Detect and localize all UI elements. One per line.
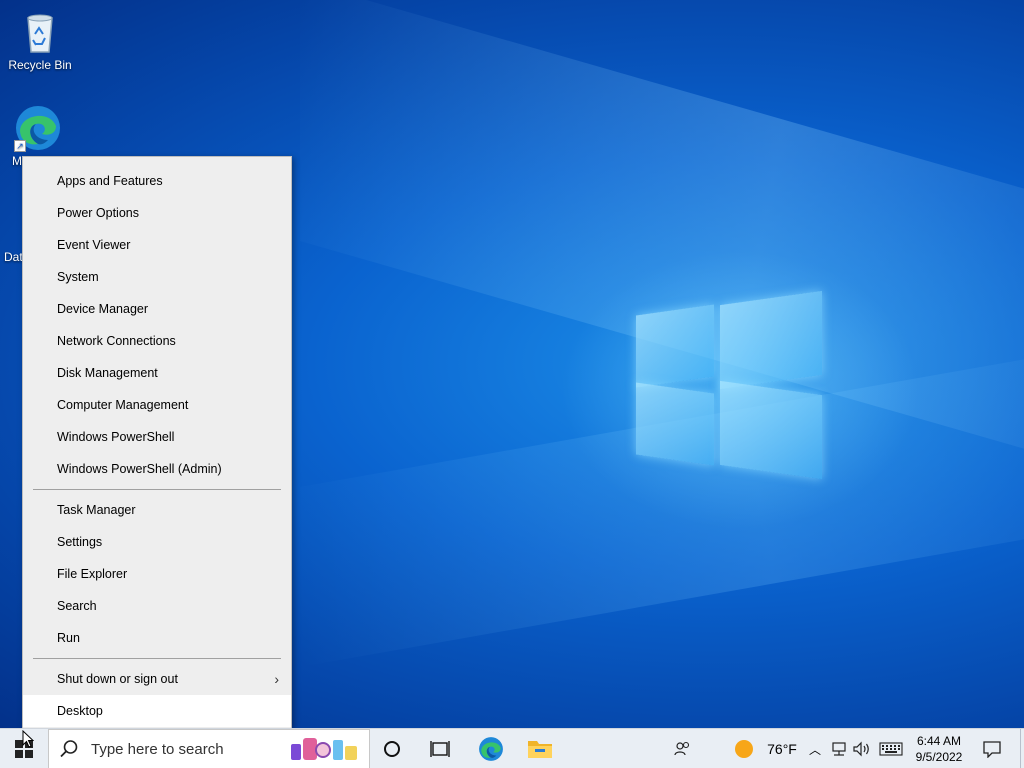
task-view-button[interactable] <box>420 729 460 768</box>
windows-logo-wallpaper <box>636 288 824 480</box>
menu-item-settings[interactable]: Settings <box>23 526 291 558</box>
shortcut-arrow-icon: ↗ <box>14 140 26 152</box>
menu-group-tools: Task Manager Settings File Explorer Sear… <box>23 494 291 654</box>
task-view-icon <box>430 741 450 757</box>
action-center-button[interactable] <box>974 729 1010 768</box>
show-desktop-button[interactable] <box>1020 729 1024 768</box>
weather-sun-icon <box>735 740 754 758</box>
menu-item-event-viewer[interactable]: Event Viewer <box>23 229 291 261</box>
clock[interactable]: 6:44 AM 9/5/2022 <box>910 729 968 768</box>
search-placeholder: Type here to search <box>91 740 224 758</box>
menu-group-power: Shut down or sign out › Desktop <box>23 663 291 727</box>
menu-separator <box>33 489 281 490</box>
mouse-cursor-icon <box>22 730 34 748</box>
menu-item-shut-down-or-sign-out[interactable]: Shut down or sign out › <box>23 663 291 695</box>
taskbar: Type here to search 76°F ︿ 6:44 AM 9/5/2… <box>0 728 1024 768</box>
people-button[interactable] <box>670 729 696 768</box>
chevron-right-icon: › <box>274 671 279 687</box>
search-icon <box>60 740 78 758</box>
network-icon <box>832 742 846 756</box>
taskbar-file-explorer-button[interactable] <box>518 729 562 768</box>
people-icon <box>674 741 690 756</box>
desktop-icon-recycle-bin[interactable]: Recycle Bin <box>4 8 76 72</box>
recycle-bin-icon <box>16 8 64 56</box>
menu-item-network-connections[interactable]: Network Connections <box>23 325 291 357</box>
menu-item-apps-and-features[interactable]: Apps and Features <box>23 165 291 197</box>
menu-item-task-manager[interactable]: Task Manager <box>23 494 291 526</box>
menu-item-system[interactable]: System <box>23 261 291 293</box>
edge-icon <box>479 737 503 761</box>
volume-icon <box>853 741 869 757</box>
menu-item-disk-management[interactable]: Disk Management <box>23 357 291 389</box>
cortana-icon <box>384 741 400 757</box>
menu-item-computer-management[interactable]: Computer Management <box>23 389 291 421</box>
network-button[interactable] <box>828 729 850 768</box>
notification-icon <box>983 741 1001 758</box>
menu-item-windows-powershell[interactable]: Windows PowerShell <box>23 421 291 453</box>
weather-widget[interactable]: 76°F <box>726 729 806 768</box>
menu-item-windows-powershell-admin[interactable]: Windows PowerShell (Admin) <box>23 453 291 485</box>
touch-keyboard-button[interactable] <box>876 729 906 768</box>
clock-time: 6:44 AM <box>916 734 962 748</box>
menu-item-label: Shut down or sign out <box>57 672 178 686</box>
clock-date: 9/5/2022 <box>915 750 963 764</box>
cortana-button[interactable] <box>372 729 412 768</box>
menu-separator <box>33 658 281 659</box>
volume-button[interactable] <box>850 729 874 768</box>
winx-context-menu: Apps and Features Power Options Event Vi… <box>22 156 292 729</box>
keyboard-icon <box>879 742 903 756</box>
file-explorer-icon <box>528 741 552 758</box>
menu-item-run[interactable]: Run <box>23 622 291 654</box>
menu-item-file-explorer[interactable]: File Explorer <box>23 558 291 590</box>
menu-item-power-options[interactable]: Power Options <box>23 197 291 229</box>
taskbar-edge-button[interactable] <box>470 729 512 768</box>
taskbar-search-box[interactable]: Type here to search <box>48 729 370 768</box>
edge-icon: ↗ <box>14 104 62 152</box>
menu-item-search[interactable]: Search <box>23 590 291 622</box>
chevron-up-icon: ︿ <box>808 742 821 757</box>
menu-item-desktop[interactable]: Desktop <box>23 695 291 727</box>
menu-item-device-manager[interactable]: Device Manager <box>23 293 291 325</box>
desktop-icon-label: Recycle Bin <box>8 58 72 72</box>
show-hidden-icons-button[interactable]: ︿ <box>804 729 826 768</box>
menu-group-admin-tools: Apps and Features Power Options Event Vi… <box>23 165 291 485</box>
weather-temp: 76°F <box>767 741 797 757</box>
search-highlight-illustration <box>289 734 365 766</box>
